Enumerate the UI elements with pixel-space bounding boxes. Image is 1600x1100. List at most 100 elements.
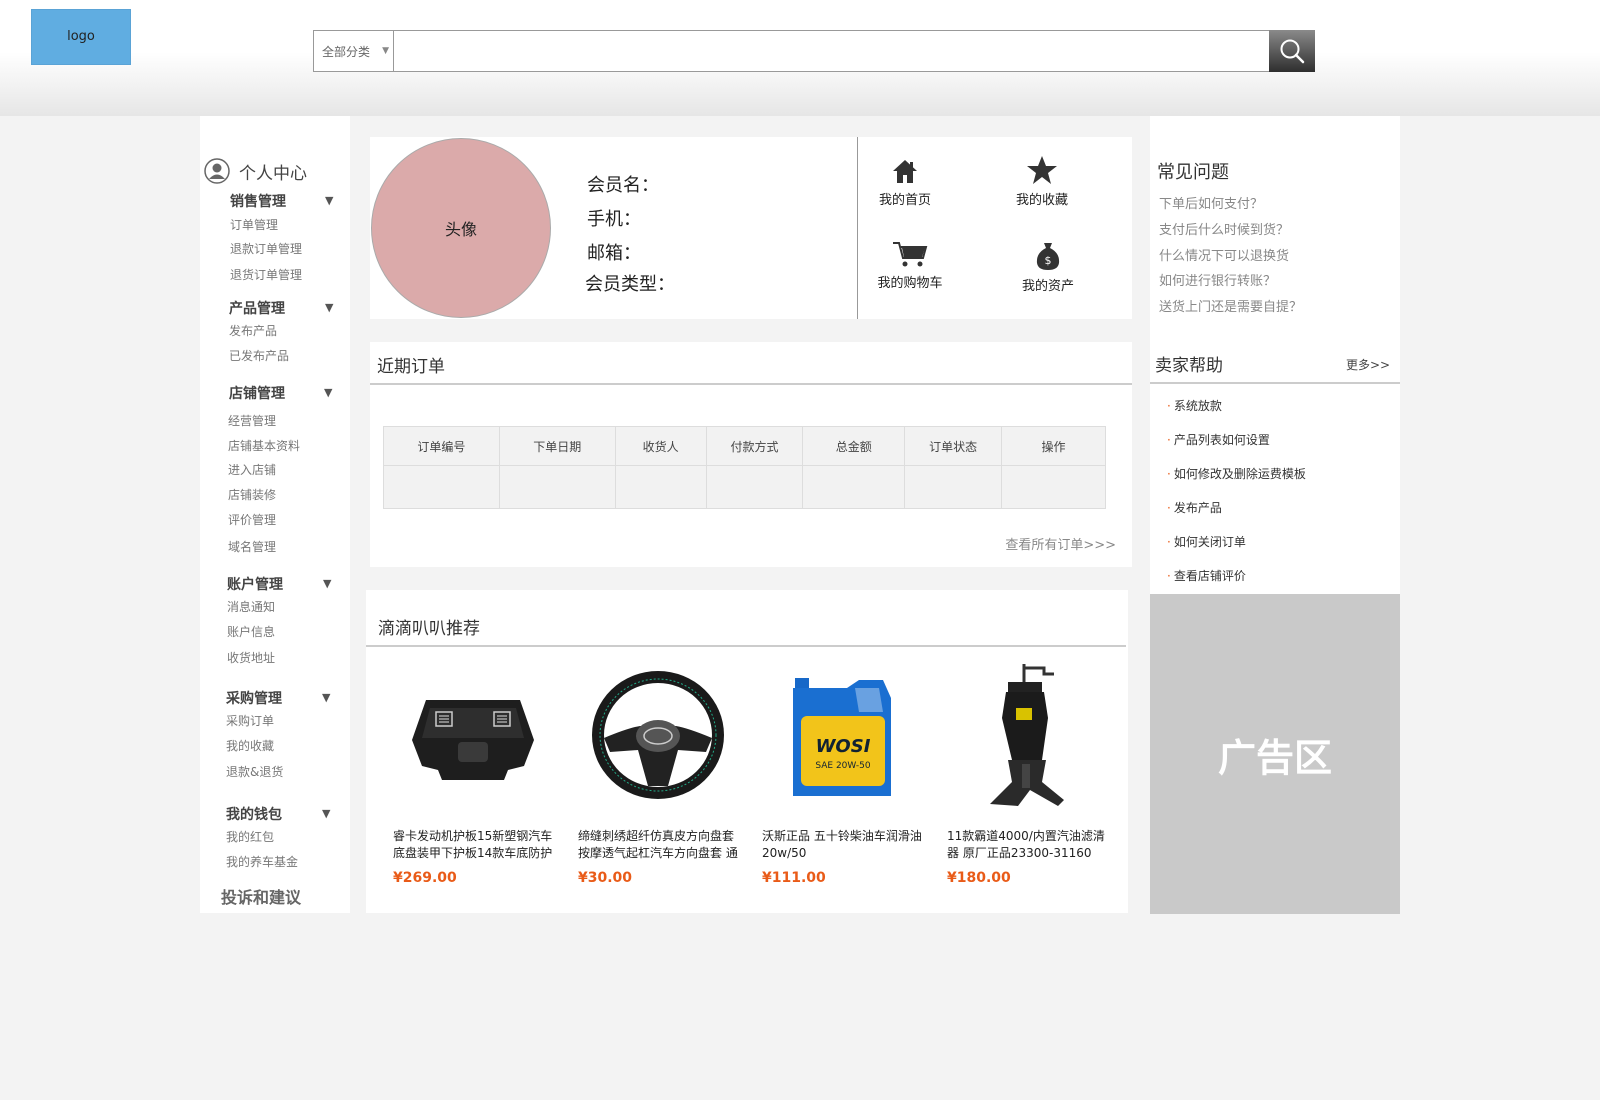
my-home-link[interactable]: 我的首页 [855,157,955,208]
member-name-label: 会员名： [587,175,659,196]
product-name[interactable]: 缔缝刺绣超纤仿真皮方向盘套按摩透气起杠汽车方向盘套 通 [578,828,738,862]
product-price: ¥30.00 [578,870,633,886]
engine-guard-icon[interactable] [393,660,553,810]
caret-down-icon: ▼ [382,46,389,56]
view-all-orders-link[interactable]: 查看所有订单>>> [1005,534,1116,553]
my-cart-label: 我的购物车 [877,276,943,291]
header: logo 全部分类 ▼ [0,0,1600,116]
product-card[interactable]: 睿卡发动机护板15新塑钢汽车底盘装甲下护板14款车底防护 ¥269.00 [393,660,553,886]
sidebar-item[interactable]: 发布产品 [229,322,277,339]
sidebar-item[interactable]: 已发布产品 [229,347,289,364]
product-name[interactable]: 沃斯正品 五十铃柴油车润滑油20w/50 [762,828,922,862]
sidebar-group-store[interactable]: 店铺管理 [229,383,285,403]
sidebar-group-products[interactable]: 产品管理 [229,298,285,318]
fuel-filter-icon[interactable] [947,660,1107,810]
product-card[interactable]: 11款霸道4000/内置汽油滤清器 原厂正品23300-31160 ¥180.0… [947,660,1107,886]
personal-center-label: 个人中心 [239,163,307,184]
col-status: 订单状态 [904,426,1003,466]
svg-text:$: $ [1045,254,1052,267]
col-total: 总金额 [802,426,906,466]
sidebar-item[interactable]: 店铺基本资料 [228,437,300,454]
table-header-row: 订单编号 下单日期 收货人 付款方式 总金额 订单状态 操作 [383,426,1106,466]
faq-item[interactable]: 下单后如何支付？ [1159,193,1263,212]
table-cell [498,465,616,509]
search-input[interactable] [395,31,1249,71]
expand-arrow-icon[interactable]: ▼ [325,194,333,207]
sidebar-item[interactable]: 进入店铺 [228,461,276,478]
ad-banner[interactable]: 广告区 [1150,594,1400,914]
ad-label: 广告区 [1217,735,1332,780]
faq-item[interactable]: 送货上门还是需要自提？ [1159,296,1302,315]
sidebar-item[interactable]: 评价管理 [228,511,276,528]
help-item[interactable]: 系统放款 [1167,397,1222,414]
oil-bottle-icon[interactable]: WOSI SAE 20W-50 [762,660,922,810]
sidebar-item[interactable]: 店铺装修 [228,486,276,503]
seller-help-title: 卖家帮助 [1155,356,1223,376]
sidebar-item[interactable]: 采购订单 [226,712,274,729]
help-item[interactable]: 查看店铺评价 [1167,567,1246,584]
svg-text:SAE 20W-50: SAE 20W-50 [815,761,871,771]
sidebar-item[interactable]: 退款订单管理 [230,240,302,257]
sidebar-item[interactable]: 我的红包 [226,828,274,845]
sidebar-item[interactable]: 我的收藏 [226,737,274,754]
col-payment: 付款方式 [705,426,804,466]
sidebar-item[interactable]: 账户信息 [227,623,275,640]
sidebar-item[interactable]: 域名管理 [228,538,276,555]
table-row [383,465,1106,509]
help-item[interactable]: 产品列表如何设置 [1167,431,1270,448]
personal-center[interactable]: 个人中心 [204,158,307,184]
complaint-link[interactable]: 投诉和建议 [221,884,301,908]
faq-item[interactable]: 什么情况下可以退换货 [1159,245,1289,264]
product-price: ¥111.00 [762,870,826,886]
sidebar-item[interactable]: 消息通知 [227,598,275,615]
col-actions: 操作 [1001,426,1106,466]
expand-arrow-icon[interactable]: ▼ [324,386,332,399]
faq-item[interactable]: 支付后什么时候到货？ [1159,219,1289,238]
profile-card: 头像 会员名： 手机： 邮箱： 会员类型： 我的首页 我的收藏 我的购物车 $ … [370,137,1132,319]
member-type-label: 会员类型： [585,274,675,295]
sidebar-item[interactable]: 退款&退货 [226,763,283,780]
expand-arrow-icon[interactable]: ▼ [322,691,330,704]
user-icon [204,158,230,184]
sidebar-item[interactable]: 经营管理 [228,412,276,429]
expand-arrow-icon[interactable]: ▼ [323,577,331,590]
logo[interactable]: logo [31,9,131,65]
steering-wheel-icon[interactable] [578,660,738,810]
email-label: 邮箱： [587,243,641,264]
recent-orders-panel: 近期订单 订单编号 下单日期 收货人 付款方式 总金额 订单状态 操作 查看所有… [370,342,1132,567]
product-card[interactable]: WOSI SAE 20W-50 沃斯正品 五十铃柴油车润滑油20w/50 ¥11… [762,660,922,886]
col-receiver: 收货人 [614,426,707,466]
my-cart-link[interactable]: 我的购物车 [860,240,960,291]
expand-arrow-icon[interactable]: ▼ [322,807,330,820]
my-favorites-link[interactable]: 我的收藏 [992,155,1092,208]
expand-arrow-icon[interactable]: ▼ [325,301,333,314]
avatar[interactable]: 头像 [371,138,551,318]
help-item[interactable]: 发布产品 [1167,499,1222,516]
sidebar-item[interactable]: 我的养车基金 [226,853,298,870]
sidebar-item[interactable]: 退货订单管理 [230,266,302,283]
divider [370,383,1132,385]
sidebar-group-sales[interactable]: 销售管理 [230,191,286,211]
more-link[interactable]: 更多>> [1346,356,1390,373]
sidebar-group-wallet[interactable]: 我的钱包 [226,804,282,824]
table-cell [705,465,804,509]
avatar-label: 头像 [444,220,477,239]
orders-table: 订单编号 下单日期 收货人 付款方式 总金额 订单状态 操作 [383,426,1106,509]
faq-item[interactable]: 如何进行银行转账？ [1159,270,1276,289]
help-item[interactable]: 如何修改及删除运费模板 [1167,465,1306,482]
col-order-date: 下单日期 [498,426,616,466]
help-item[interactable]: 如何关闭订单 [1167,533,1246,550]
sidebar-group-purchase[interactable]: 采购管理 [226,688,282,708]
product-name[interactable]: 睿卡发动机护板15新塑钢汽车底盘装甲下护板14款车底防护 [393,828,553,862]
my-home-label: 我的首页 [878,193,931,208]
sidebar-item[interactable]: 收货地址 [227,649,275,666]
home-icon [893,160,917,183]
my-favorites-label: 我的收藏 [1015,193,1068,208]
category-select[interactable]: 全部分类 ▼ [314,31,394,71]
product-name[interactable]: 11款霸道4000/内置汽油滤清器 原厂正品23300-31160 [947,828,1107,862]
product-card[interactable]: 缔缝刺绣超纤仿真皮方向盘套按摩透气起杠汽车方向盘套 通 ¥30.00 [578,660,738,886]
sidebar-group-account[interactable]: 账户管理 [227,574,283,594]
sidebar-item[interactable]: 订单管理 [230,216,278,233]
my-assets-link[interactable]: $ 我的资产 [998,241,1098,294]
search-button[interactable] [1269,30,1315,72]
